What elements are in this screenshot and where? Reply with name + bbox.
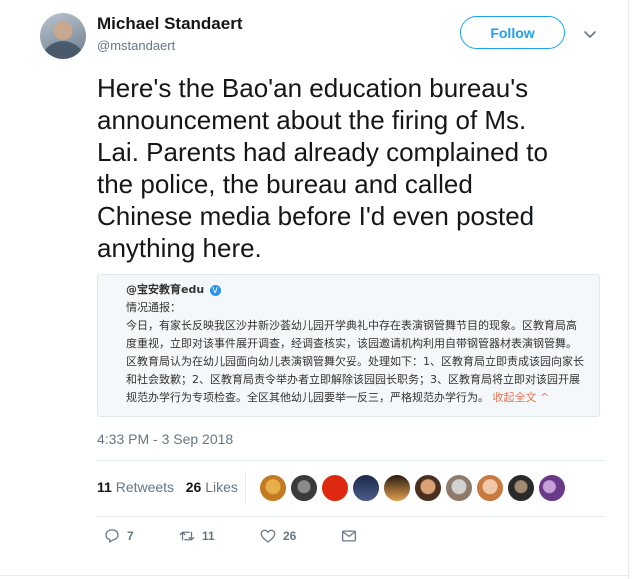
likes-label: Likes (205, 479, 238, 495)
liker-avatar[interactable] (414, 474, 442, 502)
retweets-label: Retweets (115, 479, 175, 495)
tweet-text-line: Chinese media before I'd even posted (97, 201, 535, 231)
right-border (628, 0, 629, 579)
liker-avatar[interactable] (507, 474, 535, 502)
verified-badge-icon: V (209, 284, 221, 296)
retweets-stat[interactable]: 11 Retweets (97, 479, 174, 495)
likes-count: 26 (185, 479, 202, 495)
retweet-count: 11 (202, 529, 215, 543)
embed-line: 规范办学行为专项检查。全区其他幼儿园要举一反三，严格规范办学行为。 (126, 391, 489, 404)
tweet-text: Here's the Bao'an education bureau's ann… (97, 72, 607, 264)
tweet-timestamp[interactable]: 4:33 PM - 3 Sep 2018 (97, 431, 233, 447)
liker-avatar[interactable] (445, 474, 473, 502)
display-name[interactable]: Michael Standaert (97, 14, 243, 34)
liker-avatar[interactable] (352, 474, 380, 502)
user-handle[interactable]: @mstandaert (97, 38, 175, 53)
like-count: 26 (283, 529, 297, 543)
reply-icon (105, 529, 119, 543)
divider (97, 460, 605, 461)
liker-avatar[interactable] (321, 474, 349, 502)
liker-avatar[interactable] (538, 474, 566, 502)
heart-icon (260, 529, 276, 543)
collapse-link: 收起全文 ^ (492, 391, 550, 404)
avatar[interactable] (40, 13, 86, 59)
follow-button[interactable]: Follow (460, 16, 565, 49)
liker-avatar[interactable] (290, 474, 318, 502)
liker-avatars (259, 474, 569, 502)
embed-line: 情况通报： (126, 301, 181, 314)
retweet-button[interactable]: 11 (178, 526, 215, 546)
liker-avatar[interactable] (476, 474, 504, 502)
stats-divider (245, 471, 246, 505)
embed-line: 度重视，立即对该事件展开调查，经调查核实，该园邀请机构利用自带钢管器材表演钢管舞… (126, 337, 577, 350)
tweet-text-line: the police, the bureau and called (97, 169, 473, 199)
embed-author: @宝安教育edu (126, 283, 205, 296)
embed-line: 今日，有家长反映我区沙井新沙荟幼儿园开学典礼中存在表演钢管舞节目的现象。区教育局… (126, 319, 577, 332)
like-button[interactable]: 26 (259, 526, 296, 546)
embedded-post-image[interactable]: @宝安教育edu V 情况通报： 今日，有家长反映我区沙井新沙荟幼儿园开学典礼中… (97, 274, 600, 417)
retweet-icon (179, 531, 195, 541)
tweet-text-line: anything here. (97, 233, 262, 263)
embed-line: 和社会致歉；2、区教育局责令举办者立即解除该园园长职务；3、区教育局将立即对该园… (126, 373, 580, 386)
reply-count: 7 (127, 529, 134, 543)
liker-avatar[interactable] (383, 474, 411, 502)
divider (97, 516, 605, 517)
envelope-icon (341, 530, 357, 542)
direct-message-button[interactable] (340, 526, 364, 546)
engagement-stats: 11 Retweets 26 Likes (97, 479, 238, 495)
likes-stat[interactable]: 26 Likes (186, 479, 238, 495)
bottom-border (0, 575, 628, 576)
reply-button[interactable]: 7 (103, 526, 134, 546)
liker-avatar[interactable] (259, 474, 287, 502)
retweets-count: 11 (97, 479, 112, 495)
chevron-down-icon[interactable] (582, 26, 598, 42)
tweet-text-line: Here's the Bao'an education bureau's (97, 73, 529, 103)
tweet-text-line: announcement about the firing of Ms. (97, 105, 527, 135)
embed-line: 区教育局认为在幼儿园面向幼儿表演钢管舞欠妥。处理如下：1、区教育局立即责成该园向… (126, 355, 584, 368)
tweet-text-line: Lai. Parents had already complained to (97, 137, 548, 167)
